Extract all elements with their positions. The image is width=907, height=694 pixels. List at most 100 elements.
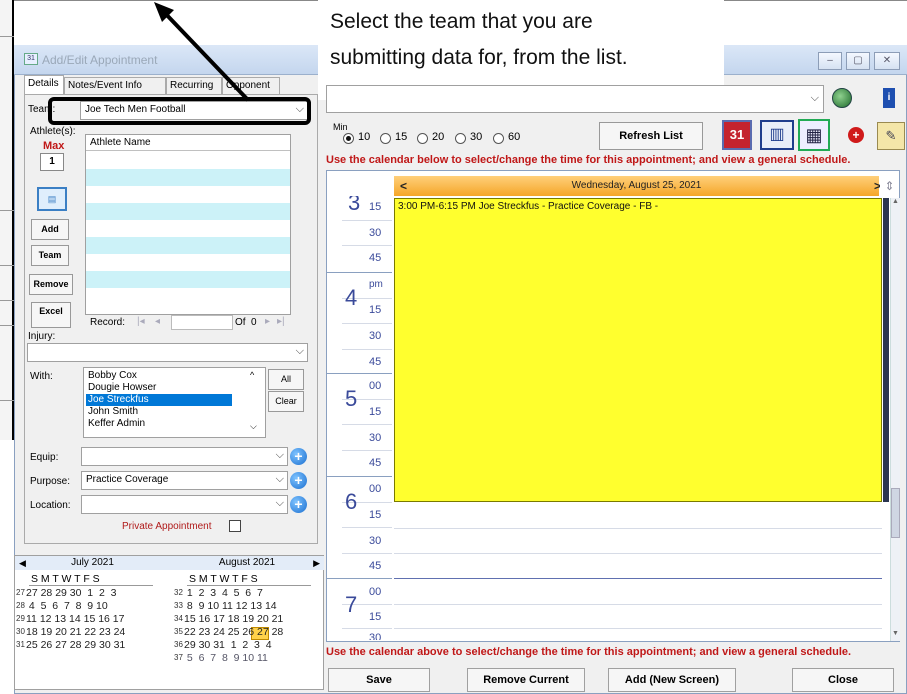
prev-month-icon[interactable]: ◀	[19, 556, 26, 570]
list-item[interactable]: John Smith	[86, 406, 246, 418]
minute-label: 45	[369, 252, 382, 264]
calendar-week[interactable]: 22 23 24 25 26 27 28	[184, 626, 283, 638]
tab-details[interactable]: Details	[24, 75, 64, 94]
calendar-week[interactable]: 25 26 27 28 29 30 31	[26, 639, 125, 651]
table-row[interactable]	[86, 271, 290, 288]
globe-icon[interactable]	[832, 88, 852, 108]
maximize-icon[interactable]: ▢	[846, 52, 870, 70]
athletes-grid[interactable]: Athlete Name	[85, 134, 291, 315]
with-listbox[interactable]: Bobby Cox Dougie Howser Joe Streckfus Jo…	[83, 367, 266, 438]
scroll-up-icon[interactable]: ▲	[892, 198, 899, 205]
remove-current-button[interactable]: Remove Current	[467, 668, 585, 692]
appointment-block[interactable]: 3:00 PM-6:15 PM Joe Streckfus - Practice…	[394, 198, 882, 502]
appointment-text: 3:00 PM-6:15 PM Joe Streckfus - Practice…	[398, 201, 659, 212]
calendar-week[interactable]: 5 6 7 8 9 10 11	[184, 652, 268, 664]
minute-label: 45	[369, 356, 382, 368]
athlete-name-column-header[interactable]: Athlete Name	[86, 135, 290, 151]
next-record-icon[interactable]: ▸	[265, 316, 270, 327]
all-button[interactable]: All	[268, 369, 304, 390]
record-input[interactable]	[171, 315, 233, 330]
table-row[interactable]	[86, 254, 290, 271]
month-header-august: August 2021 ▶	[170, 556, 324, 570]
table-row[interactable]	[86, 220, 290, 237]
add-location-icon[interactable]: +	[290, 496, 307, 513]
scroll-down-icon[interactable]: ⌵	[250, 421, 257, 432]
calendar-week[interactable]: 18 19 20 21 22 23 24	[26, 626, 125, 638]
instructions-top: Use the calendar below to select/change …	[326, 154, 851, 166]
remove-athlete-button[interactable]: Remove	[29, 274, 73, 295]
minimize-icon[interactable]: –	[818, 52, 842, 70]
location-select[interactable]: ⌵	[81, 495, 288, 514]
private-appointment-checkbox[interactable]	[229, 520, 241, 532]
calendar-week[interactable]: 29 30 31 1 2 3 4	[184, 639, 272, 651]
excel-button[interactable]: Excel	[31, 302, 71, 328]
last-record-icon[interactable]: ▸|	[277, 316, 285, 327]
calendar-icon: 31	[24, 53, 38, 65]
prev-record-icon[interactable]: ◂	[155, 316, 160, 327]
clear-button[interactable]: Clear	[268, 391, 304, 412]
table-row[interactable]	[86, 237, 290, 254]
minute-label: 15	[369, 304, 382, 316]
scroll-up-icon[interactable]: ^	[250, 370, 254, 380]
list-item[interactable]: Keffer Admin	[86, 418, 246, 430]
next-month-icon[interactable]: ▶	[313, 556, 320, 570]
save-button[interactable]: Save	[328, 668, 430, 692]
interval-radio-15[interactable]	[380, 133, 391, 144]
annotation-line-1: Select the team that you are	[330, 10, 593, 33]
info-icon[interactable]: i	[883, 88, 895, 108]
interval-radio-10[interactable]	[343, 133, 354, 144]
notes-icon[interactable]: ✎	[877, 122, 905, 150]
book-icon[interactable]: ▥	[760, 120, 794, 150]
add-new-screen-button[interactable]: Add (New Screen)	[608, 668, 736, 692]
chevron-down-icon: ⌵	[275, 449, 284, 461]
calendar-week[interactable]: 4 5 6 7 8 9 10	[26, 600, 108, 612]
week-number: 28	[16, 601, 25, 610]
table-row[interactable]	[86, 169, 290, 186]
instructions-bottom: Use the calendar above to select/change …	[326, 646, 852, 658]
contact-card-icon[interactable]: ▤	[37, 187, 67, 211]
date-header: < Wednesday, August 25, 2021 >	[394, 176, 881, 196]
header-scroll-icon[interactable]: ⇕	[880, 176, 899, 196]
team-button[interactable]: Team	[31, 245, 69, 266]
pm-label: pm	[369, 279, 383, 290]
schedule-scrollbar[interactable]: ▲ ▼	[890, 198, 900, 641]
minute-label: 00	[369, 380, 382, 392]
calendar-week[interactable]: 11 12 13 14 15 16 17	[26, 613, 124, 625]
table-row[interactable]	[86, 288, 290, 305]
list-item[interactable]: Dougie Howser	[86, 382, 246, 394]
add-athlete-button[interactable]: Add	[31, 219, 69, 240]
mini-calendar[interactable]: ◀ July 2021 August 2021 ▶ S M T W T F S …	[14, 555, 324, 690]
interval-radio-60[interactable]	[493, 133, 504, 144]
add-purpose-icon[interactable]: +	[290, 472, 307, 489]
add-equip-icon[interactable]: +	[290, 448, 307, 465]
table-row[interactable]	[86, 152, 290, 169]
minute-label: 15	[369, 201, 382, 213]
left-edge-strip	[0, 0, 14, 440]
close-window-icon[interactable]: ✕	[874, 52, 900, 70]
interval-radio-20[interactable]	[417, 133, 428, 144]
table-row[interactable]	[86, 203, 290, 220]
weekday-header-right: S M T W T F S	[189, 573, 258, 585]
month-grid-icon[interactable]: ▦	[798, 119, 830, 151]
close-button[interactable]: Close	[792, 668, 894, 692]
refresh-list-button[interactable]: Refresh List	[599, 122, 703, 150]
table-row[interactable]	[86, 186, 290, 203]
minute-label: 00	[369, 586, 382, 598]
list-item[interactable]: Bobby Cox	[86, 370, 246, 382]
equip-select[interactable]: ⌵	[81, 447, 288, 466]
add-red-icon[interactable]: +	[848, 127, 864, 143]
calendar-week[interactable]: 8 9 10 11 12 13 14	[184, 600, 277, 612]
schedule-filter-select[interactable]: ⌵	[326, 85, 824, 113]
calendar-week[interactable]: 27 28 29 30 1 2 3	[26, 587, 117, 599]
calendar-week[interactable]: 15 16 17 18 19 20 21	[184, 613, 283, 625]
calendar-day-icon[interactable]: 31	[722, 120, 752, 150]
injury-select[interactable]: ⌵	[27, 343, 308, 362]
interval-radio-30[interactable]	[455, 133, 466, 144]
scroll-down-icon[interactable]: ▼	[892, 630, 899, 637]
prev-day-icon[interactable]: <	[400, 176, 407, 196]
purpose-select[interactable]: Practice Coverage ⌵	[81, 471, 288, 490]
first-record-icon[interactable]: |◂	[137, 316, 145, 327]
calendar-week[interactable]: 1 2 3 4 5 6 7	[184, 587, 263, 599]
scroll-thumb[interactable]	[891, 488, 900, 538]
list-item-selected[interactable]: Joe Streckfus	[86, 394, 232, 406]
